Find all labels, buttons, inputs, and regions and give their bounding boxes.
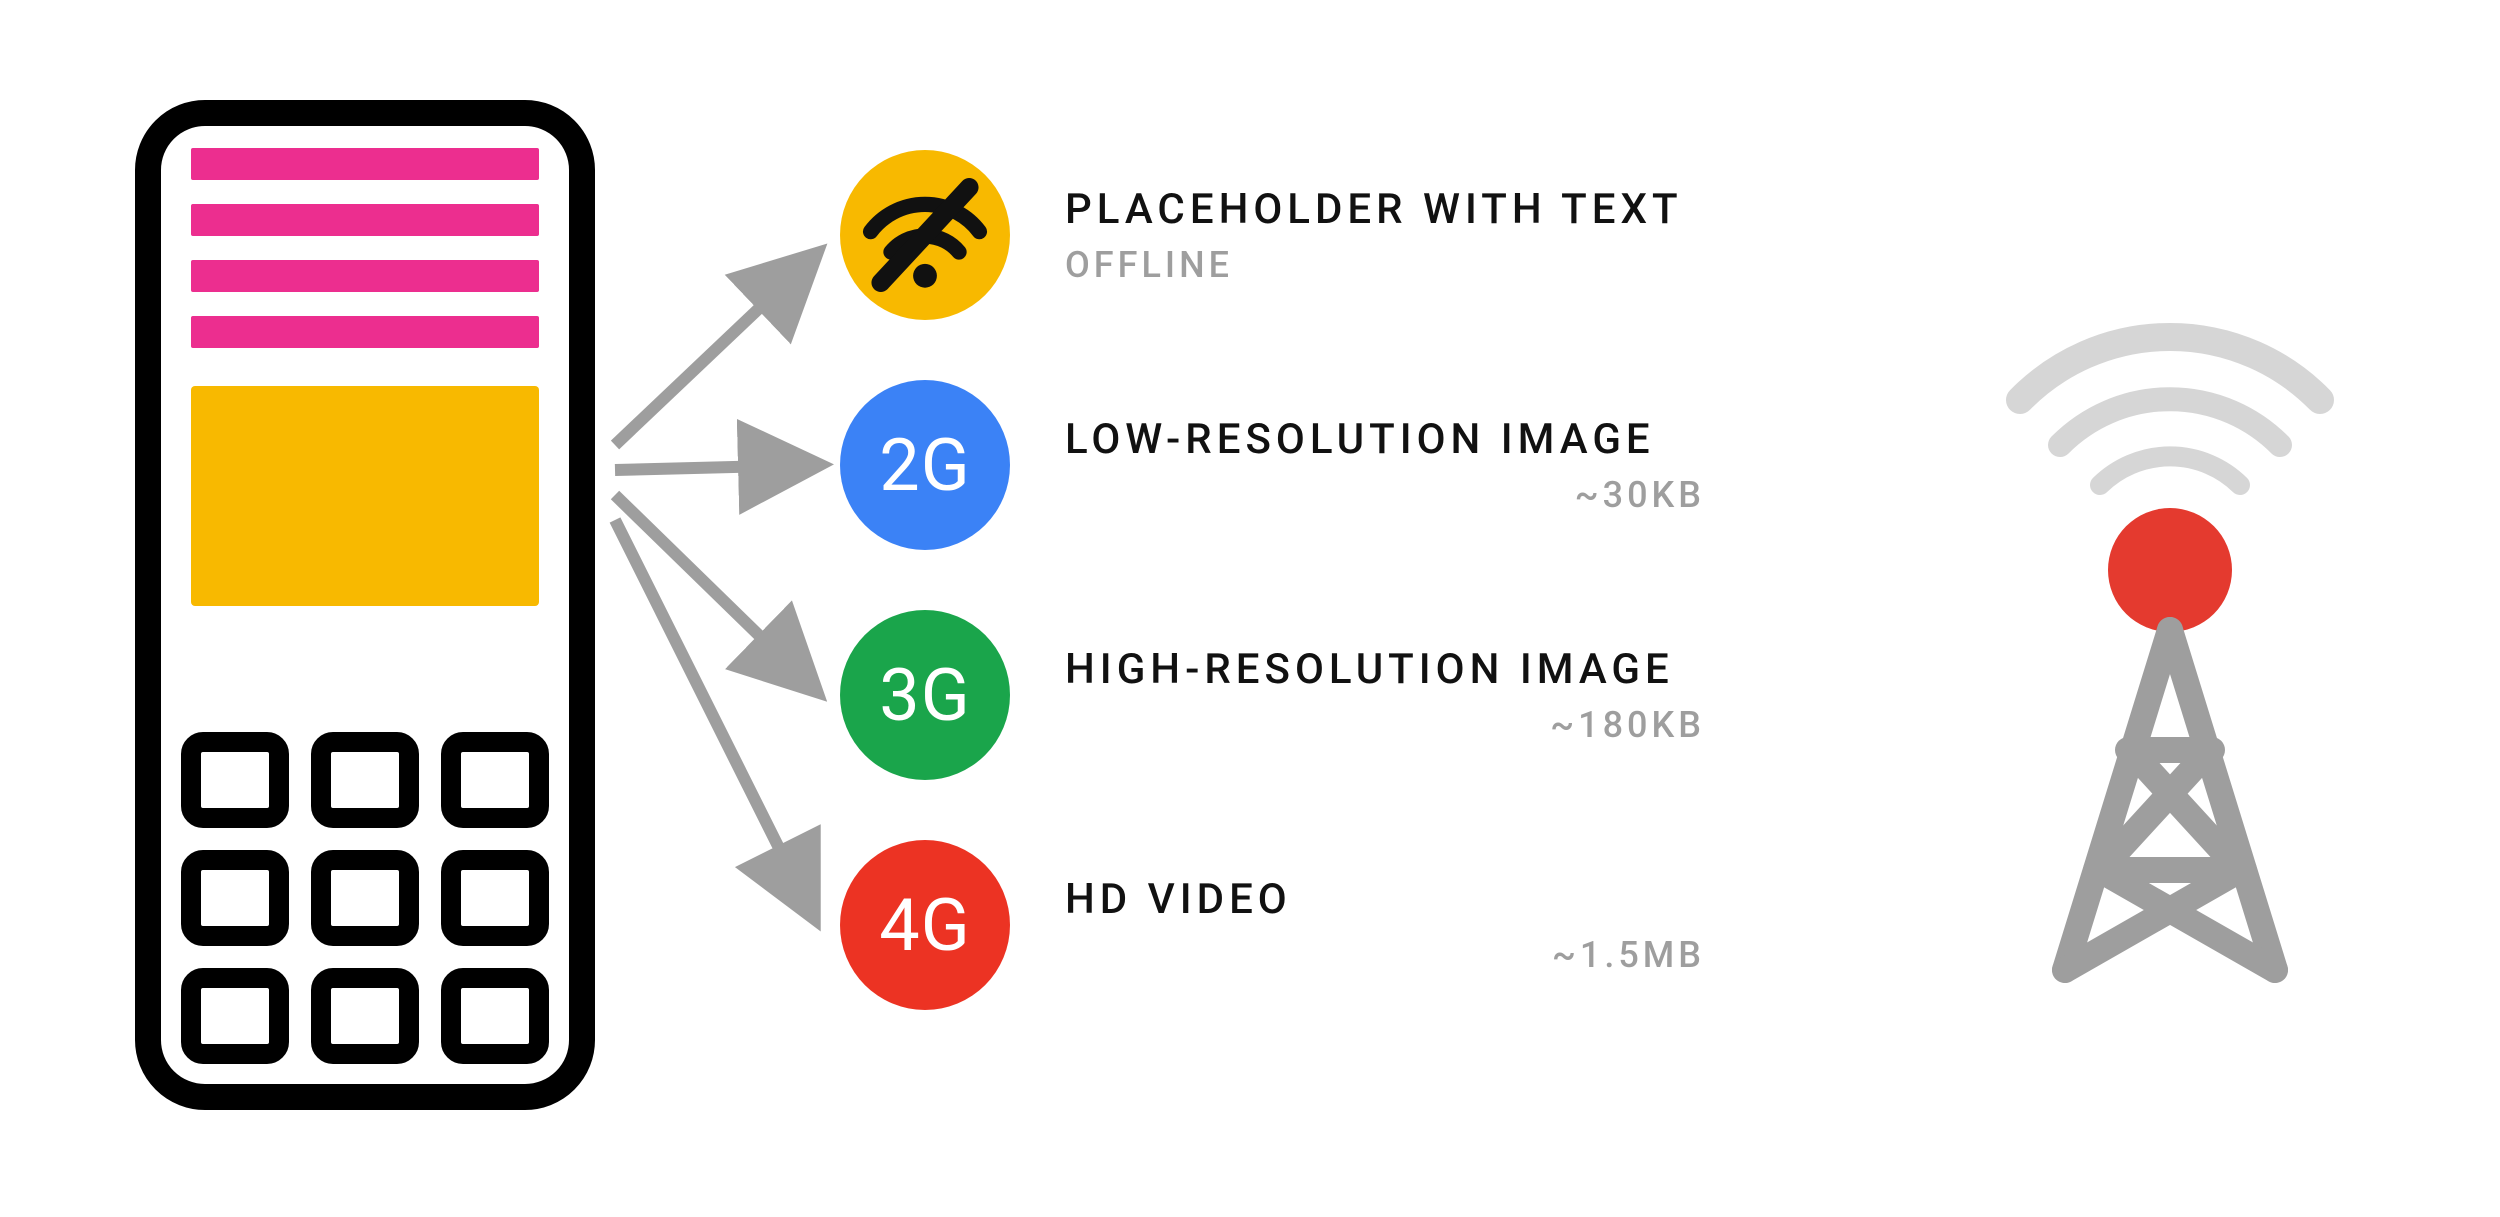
connection-options: PLACEHOLDER WITH TEXT OFFLINE 2G LOW-RES… — [840, 150, 1705, 1010]
option-title: PLACEHOLDER WITH TEXT — [1065, 185, 1705, 234]
wifi-off-icon — [840, 150, 1010, 320]
badge-2g-icon: 2G — [840, 380, 1010, 550]
cell-tower-icon — [1960, 230, 2380, 990]
option-2g: 2G LOW-RESOLUTION IMAGE ~30KB — [840, 380, 1705, 550]
option-offline: PLACEHOLDER WITH TEXT OFFLINE — [840, 150, 1705, 320]
option-title: LOW-RESOLUTION IMAGE — [1065, 415, 1705, 464]
option-subtitle: OFFLINE — [1065, 244, 1233, 286]
phone-text-lines — [191, 148, 539, 372]
option-title: HD VIDEO — [1065, 875, 1705, 924]
option-4g: 4G HD VIDEO ~1.5MB — [840, 840, 1705, 1010]
badge-3g-icon: 3G — [840, 610, 1010, 780]
option-subtitle: ~1.5MB — [1552, 934, 1705, 976]
phone-image-placeholder — [191, 386, 539, 606]
option-subtitle: ~180KB — [1550, 704, 1705, 746]
phone-keypad — [181, 732, 549, 1064]
phone-illustration — [135, 100, 595, 1110]
option-3g: 3G HIGH-RESOLUTION IMAGE ~180KB — [840, 610, 1705, 780]
badge-4g-icon: 4G — [840, 840, 1010, 1010]
option-title: HIGH-RESOLUTION IMAGE — [1065, 645, 1705, 694]
option-subtitle: ~30KB — [1575, 474, 1705, 516]
